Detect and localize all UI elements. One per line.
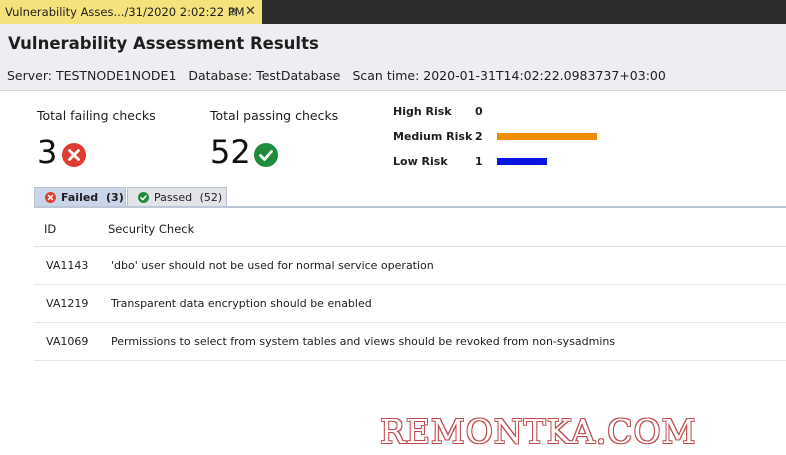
document-tab[interactable]: Vulnerability Asses.../31/2020 2:02:22 P… (0, 0, 262, 24)
table-header: ID Security Check (34, 208, 786, 247)
tab-failed[interactable]: Failed (3) (34, 187, 126, 207)
row-id: VA1219 (46, 297, 89, 310)
tab-failed-label: Failed (61, 191, 99, 204)
high-risk-count: 0 (475, 105, 483, 118)
scan-time-info: Scan time: 2020-01-31T14:02:22.0983737+0… (352, 68, 666, 83)
high-risk-label: High Risk (393, 105, 452, 118)
tab-passed-count: (52) (199, 191, 223, 204)
failing-checks-value: 3 (37, 133, 58, 171)
close-icon[interactable]: ✕ (245, 0, 256, 24)
server-info: Server: TESTNODE1NODE1 (7, 68, 177, 83)
column-header-security-check[interactable]: Security Check (108, 222, 194, 236)
watermark: REMONTKA.COM (380, 412, 697, 451)
medium-risk-count: 2 (475, 130, 483, 143)
low-risk-label: Low Risk (393, 155, 448, 168)
report-header: Vulnerability Assessment Results Server:… (0, 24, 786, 91)
database-info: Database: TestDatabase (188, 68, 341, 83)
tab-passed[interactable]: Passed (52) (127, 187, 227, 207)
row-security-check: 'dbo' user should not be used for normal… (111, 259, 434, 272)
low-risk-bar (497, 158, 547, 165)
document-tab-strip: Vulnerability Asses.../31/2020 2:02:22 P… (0, 0, 786, 24)
row-id: VA1069 (46, 335, 89, 348)
table-row[interactable]: VA1219 Transparent data encryption shoul… (34, 285, 786, 323)
row-security-check: Transparent data encryption should be en… (111, 297, 372, 310)
medium-risk-bar (497, 133, 597, 140)
medium-risk-label: Medium Risk (393, 130, 473, 143)
failing-checks-label: Total failing checks (37, 108, 156, 123)
pass-icon (138, 192, 149, 203)
page-title: Vulnerability Assessment Results (8, 34, 319, 53)
passing-checks-label: Total passing checks (210, 108, 339, 123)
passing-checks-value: 52 (210, 133, 251, 171)
tab-failed-count: (3) (106, 191, 124, 204)
table-row[interactable]: VA1069 Permissions to select from system… (34, 323, 786, 361)
tab-passed-label: Passed (154, 191, 193, 204)
scan-metadata: Server: TESTNODE1NODE1 Database: TestDat… (7, 68, 674, 83)
row-id: VA1143 (46, 259, 89, 272)
low-risk-count: 1 (475, 155, 483, 168)
fail-icon (45, 192, 56, 203)
fail-icon (62, 143, 86, 167)
pass-icon (254, 143, 278, 167)
row-security-check: Permissions to select from system tables… (111, 335, 616, 348)
column-header-id[interactable]: ID (44, 222, 56, 236)
pin-icon[interactable]: ⊕ (228, 0, 237, 24)
table-row[interactable]: VA1143 'dbo' user should not be used for… (34, 247, 786, 285)
document-tab-title: Vulnerability Asses.../31/2020 2:02:22 P… (5, 5, 245, 19)
